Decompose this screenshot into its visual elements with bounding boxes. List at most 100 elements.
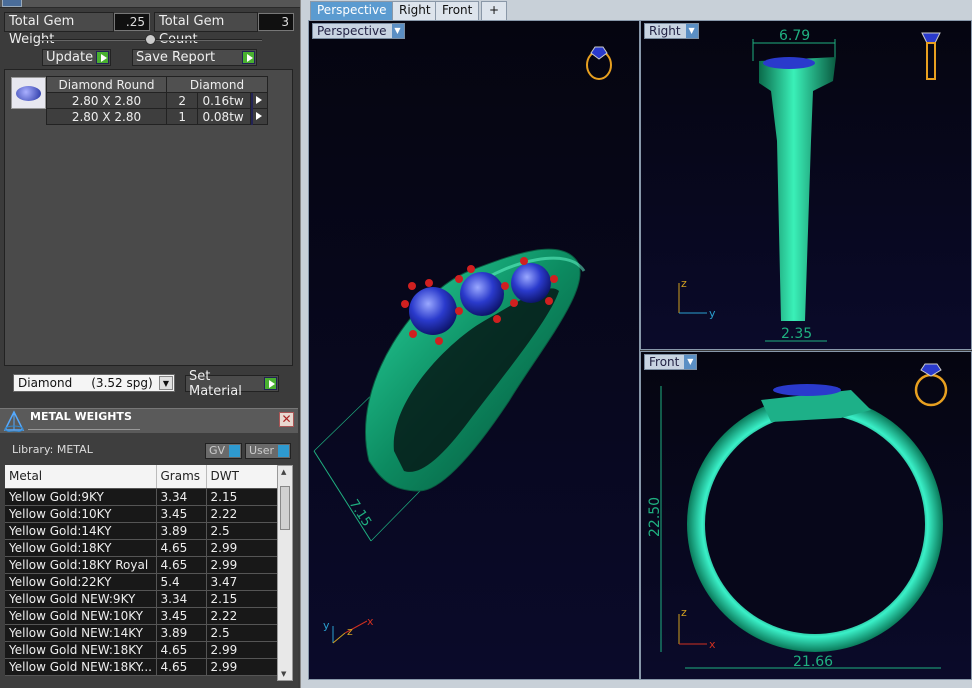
metal-grams: 5.4 [156, 573, 207, 591]
save-report-button[interactable]: Save Report [132, 49, 257, 66]
metal-weights-body: Library: METAL GV User Metal Grams DWT Y… [0, 433, 298, 688]
axis-y-label: y [323, 619, 330, 632]
front-height-dimension: 22.50 [647, 497, 663, 537]
front-viewport[interactable]: Front ▼ 22.50 21.66 z x [640, 351, 972, 680]
metal-grams: 3.89 [156, 624, 207, 642]
gem-count: 1 [165, 108, 199, 125]
metal-dwt: 2.5 [206, 624, 278, 642]
gem-list-panel: Diamond Round Diamond 2.80 X 2.80 2 0.16… [4, 69, 293, 366]
table-row[interactable]: Yellow Gold:22KY 5.4 3.47 [5, 573, 278, 591]
grams-header[interactable]: Grams [156, 465, 207, 489]
metal-table-scrollbar[interactable]: ▲ ▼ [277, 465, 293, 681]
ring-side-orientation-icon [921, 32, 941, 80]
metal-weights-icon [3, 410, 25, 432]
tab-right[interactable]: Right [392, 1, 438, 20]
dwt-header[interactable]: DWT [206, 465, 278, 489]
tab-front[interactable]: Front [435, 1, 480, 20]
table-row[interactable]: Yellow Gold NEW:18KY... 4.65 2.99 [5, 658, 278, 676]
play-icon [264, 377, 277, 390]
update-button[interactable]: Update [42, 49, 111, 66]
gv-toggle[interactable]: GV [205, 443, 242, 459]
total-gem-weight-value: .25 [114, 13, 150, 31]
right-ring-render: 6.79 2.35 z y [678, 28, 941, 342]
gem-table-header: Diamond [166, 76, 268, 93]
gem-stone [511, 263, 551, 303]
scroll-up-icon[interactable]: ▲ [281, 468, 286, 476]
metal-weights-header: METAL WEIGHTS ✕ [0, 408, 298, 433]
table-row[interactable]: Yellow Gold:14KY 3.89 2.5 [5, 522, 278, 540]
user-toggle[interactable]: User [245, 443, 291, 459]
gem-count: 2 [165, 92, 199, 109]
perspective-viewport[interactable]: Perspective ▼ 7.15 y z x [308, 20, 640, 680]
metal-dwt: 2.99 [206, 658, 278, 676]
gem-row-go-button[interactable] [250, 108, 268, 125]
ring-front-inner [705, 414, 925, 634]
metal-grams: 3.89 [156, 522, 207, 540]
play-icon [251, 108, 254, 125]
metal-grams: 3.34 [156, 590, 207, 608]
metal-grams: 3.34 [156, 488, 207, 506]
gem-row[interactable]: 2.80 X 2.80 1 0.08tw [46, 108, 268, 125]
table-row[interactable]: Yellow Gold:9KY 3.34 2.15 [5, 488, 278, 506]
metal-dwt: 2.99 [206, 641, 278, 659]
panel-menu-icon[interactable] [2, 0, 22, 7]
total-gem-weight-row: Total Gem Weight .25 [4, 12, 150, 47]
scroll-thumb[interactable] [280, 486, 290, 530]
add-tab-button[interactable]: + [481, 1, 507, 20]
gem-weight: 0.08tw [197, 108, 252, 125]
gem-stone [409, 287, 457, 335]
close-icon[interactable]: ✕ [279, 412, 294, 427]
gem-stone [763, 57, 815, 69]
splitter-handle[interactable] [145, 34, 156, 45]
metal-grams: 3.45 [156, 607, 207, 625]
gem-size: 2.80 X 2.80 [46, 108, 167, 125]
material-select-value: Diamond (3.52 spg) [18, 376, 153, 390]
table-row[interactable]: Yellow Gold:18KY Royal 4.65 2.99 [5, 556, 278, 574]
table-row[interactable]: Yellow Gold:18KY 4.65 2.99 [5, 539, 278, 557]
metal-dwt: 3.47 [206, 573, 278, 591]
gem-row[interactable]: 2.80 X 2.80 2 0.16tw [46, 92, 268, 109]
scroll-down-icon[interactable]: ▼ [281, 670, 286, 678]
set-material-button[interactable]: Set Material [185, 369, 279, 399]
metal-dwt: 2.5 [206, 522, 278, 540]
table-row[interactable]: Yellow Gold NEW:18KY 4.65 2.99 [5, 641, 278, 659]
ring-front-orientation-icon [914, 363, 948, 407]
ring-orientation-icon [586, 46, 612, 80]
metal-name: Yellow Gold:10KY [5, 505, 157, 523]
gem-row-go-button[interactable] [250, 92, 268, 109]
metal-grams: 4.65 [156, 539, 207, 557]
library-label: Library: METAL [12, 443, 93, 456]
axis-gizmo: z x [678, 606, 716, 651]
table-row[interactable]: Yellow Gold NEW:14KY 3.89 2.5 [5, 624, 278, 642]
chevron-down-icon[interactable]: ▼ [159, 376, 173, 390]
table-row[interactable]: Yellow Gold:10KY 3.45 2.22 [5, 505, 278, 523]
metal-grams: 4.65 [156, 658, 207, 676]
status-strip [308, 680, 972, 688]
view-tab-bar: Perspective Right Front + [308, 0, 972, 20]
table-row[interactable]: Yellow Gold NEW:9KY 3.34 2.15 [5, 590, 278, 608]
panel-splitter[interactable] [300, 0, 308, 688]
gem-size: 2.80 X 2.80 [46, 92, 167, 109]
metal-dwt: 2.99 [206, 539, 278, 557]
metal-name: Yellow Gold NEW:10KY [5, 607, 157, 625]
metal-name: Yellow Gold:14KY [5, 522, 157, 540]
material-select[interactable]: Diamond (3.52 spg) ▼ [13, 374, 175, 392]
metal-name: Yellow Gold:18KY [5, 539, 157, 557]
tab-perspective[interactable]: Perspective [310, 1, 394, 20]
save-report-label: Save Report [136, 50, 216, 65]
gem-stone [773, 384, 841, 396]
right-viewport[interactable]: Right ▼ 6.79 2.35 z y [640, 20, 972, 350]
metal-table: Metal Grams DWT Yellow Gold:9KY 3.34 2.15 … [5, 465, 278, 676]
axis-z-label: z [681, 606, 687, 619]
play-icon [96, 51, 109, 64]
axis-x-label: x [709, 638, 716, 651]
metal-grams: 4.65 [156, 556, 207, 574]
front-ring-render: 22.50 21.66 z x [647, 363, 948, 670]
metal-dwt: 2.22 [206, 505, 278, 523]
total-gem-count-value: 3 [258, 13, 294, 31]
metal-name: Yellow Gold NEW:18KY... [5, 658, 157, 676]
metal-header[interactable]: Metal [5, 465, 157, 489]
perspective-ring-render: 7.15 y z x [313, 46, 612, 644]
toggle-switch-icon [229, 445, 240, 457]
table-row[interactable]: Yellow Gold NEW:10KY 3.45 2.22 [5, 607, 278, 625]
